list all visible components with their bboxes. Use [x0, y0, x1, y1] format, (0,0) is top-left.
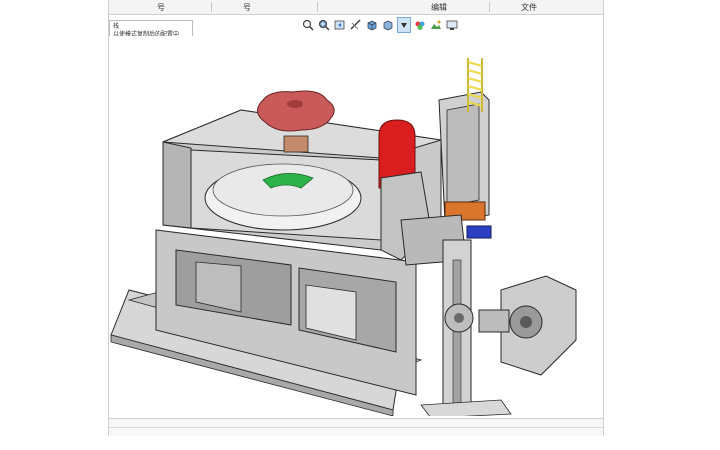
- rotary-disc-top: [212, 163, 354, 217]
- red-knob: [257, 90, 335, 132]
- knob-shaft: [283, 135, 309, 153]
- menu-separator: [489, 2, 490, 12]
- graphics-area[interactable]: [109, 36, 603, 419]
- cad-application-window: 号 号 编辑 文件 栈 以使模式复制后的配置中: [108, 0, 604, 436]
- zoom-to-fit-icon[interactable]: [301, 17, 315, 33]
- menu-separator: [211, 2, 212, 12]
- cad-assembly-model[interactable]: [109, 36, 603, 419]
- zoom-area-icon[interactable]: [317, 17, 331, 33]
- status-bar: [109, 418, 603, 436]
- edit-appearance-icon[interactable]: [413, 17, 427, 33]
- blue-block: [466, 225, 492, 239]
- column-groove: [452, 259, 462, 411]
- hide-show-items-icon[interactable]: [397, 17, 411, 33]
- coupling: [478, 309, 510, 333]
- tower-panel: [446, 103, 480, 207]
- section-view-icon[interactable]: [349, 17, 363, 33]
- tooltip-line: 栈: [113, 23, 120, 30]
- gear-hub: [454, 313, 464, 323]
- motor-shaft: [520, 316, 532, 328]
- menu-separator: [317, 2, 318, 12]
- status-divider: [109, 427, 603, 428]
- view-orientation-icon[interactable]: [365, 17, 379, 33]
- housing-left-wall: [162, 141, 192, 229]
- column-base: [420, 399, 512, 419]
- menu-item[interactable]: 号: [243, 2, 251, 13]
- menu-bar: 号 号 编辑 文件: [109, 0, 603, 15]
- menu-item[interactable]: 编辑: [431, 2, 447, 13]
- menu-item[interactable]: 号: [157, 2, 165, 13]
- menu-item[interactable]: 文件: [521, 2, 537, 13]
- view-settings-icon[interactable]: [445, 17, 459, 33]
- knob-center: [287, 100, 303, 108]
- heads-up-view-toolbar: [301, 15, 459, 35]
- apply-scene-icon[interactable]: [429, 17, 443, 33]
- previous-view-icon[interactable]: [333, 17, 347, 33]
- display-style-icon[interactable]: [381, 17, 395, 33]
